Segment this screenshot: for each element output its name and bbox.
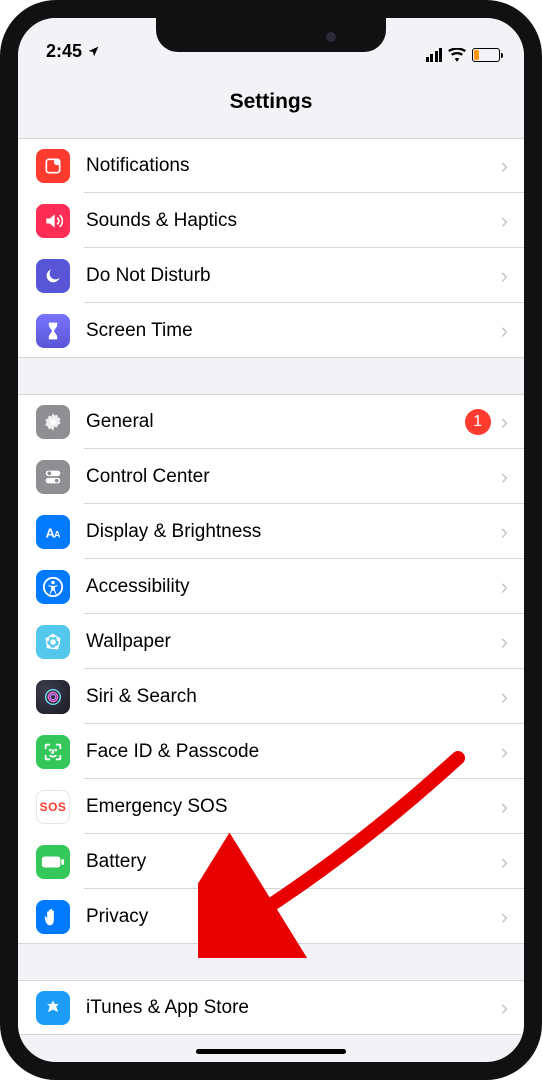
chevron-right-icon: › [501, 906, 508, 928]
appstore-icon [36, 991, 70, 1025]
row-sos[interactable]: SOS Emergency SOS › [18, 779, 524, 834]
battery-icon [36, 845, 70, 879]
siri-icon [36, 680, 70, 714]
notification-badge: 1 [465, 409, 491, 435]
chevron-right-icon: › [501, 265, 508, 287]
page-title: Settings [18, 66, 524, 130]
settings-list[interactable]: Notifications › Sounds & Haptics › Do No… [18, 138, 524, 1062]
row-label: Do Not Disturb [70, 265, 501, 287]
notifications-icon [36, 149, 70, 183]
row-privacy[interactable]: Privacy › [18, 889, 524, 944]
row-siri[interactable]: Siri & Search › [18, 669, 524, 724]
accessibility-icon [36, 570, 70, 604]
row-label: Battery [70, 851, 501, 873]
row-sounds[interactable]: Sounds & Haptics › [18, 193, 524, 248]
battery-status-icon [472, 48, 500, 62]
row-label: Display & Brightness [70, 521, 501, 543]
speaker-icon [36, 204, 70, 238]
row-label: Emergency SOS [70, 796, 501, 818]
row-label: Accessibility [70, 576, 501, 598]
chevron-right-icon: › [501, 796, 508, 818]
row-label: iTunes & App Store [70, 997, 501, 1019]
wifi-icon [448, 48, 466, 62]
settings-group: Notifications › Sounds & Haptics › Do No… [18, 138, 524, 358]
chevron-right-icon: › [501, 466, 508, 488]
settings-group: iTunes & App Store › [18, 980, 524, 1035]
phone-frame: 2:45 Settings Notifications › [0, 0, 542, 1080]
row-label: Control Center [70, 466, 501, 488]
row-label: Face ID & Passcode [70, 741, 501, 763]
row-wallpaper[interactable]: Wallpaper › [18, 614, 524, 669]
home-indicator[interactable] [196, 1049, 346, 1054]
chevron-right-icon: › [501, 741, 508, 763]
row-notifications[interactable]: Notifications › [18, 138, 524, 193]
row-label: Privacy [70, 906, 501, 928]
row-control-center[interactable]: Control Center › [18, 449, 524, 504]
notch [156, 18, 386, 52]
chevron-right-icon: › [501, 576, 508, 598]
chevron-right-icon: › [501, 997, 508, 1019]
row-dnd[interactable]: Do Not Disturb › [18, 248, 524, 303]
face-id-icon [36, 735, 70, 769]
row-label: Notifications [70, 155, 501, 177]
chevron-right-icon: › [501, 411, 508, 433]
row-general[interactable]: General 1 › [18, 394, 524, 449]
row-label: General [70, 411, 465, 433]
chevron-right-icon: › [501, 631, 508, 653]
row-accessibility[interactable]: Accessibility › [18, 559, 524, 614]
chevron-right-icon: › [501, 210, 508, 232]
row-display[interactable]: AA Display & Brightness › [18, 504, 524, 559]
chevron-right-icon: › [501, 851, 508, 873]
settings-group: General 1 › Control Center › AA Display … [18, 394, 524, 944]
chevron-right-icon: › [501, 521, 508, 543]
svg-text:A: A [54, 529, 61, 539]
hand-icon [36, 900, 70, 934]
chevron-right-icon: › [501, 155, 508, 177]
row-faceid[interactable]: Face ID & Passcode › [18, 724, 524, 779]
moon-icon [36, 259, 70, 293]
row-label: Screen Time [70, 320, 501, 342]
row-label: Sounds & Haptics [70, 210, 501, 232]
row-label: Siri & Search [70, 686, 501, 708]
toggles-icon [36, 460, 70, 494]
chevron-right-icon: › [501, 320, 508, 342]
row-label: Wallpaper [70, 631, 501, 653]
hourglass-icon [36, 314, 70, 348]
wallpaper-icon [36, 625, 70, 659]
row-battery[interactable]: Battery › [18, 834, 524, 889]
row-itunes[interactable]: iTunes & App Store › [18, 980, 524, 1035]
status-time: 2:45 [46, 41, 82, 62]
gear-icon [36, 405, 70, 439]
cellular-signal-icon [426, 48, 443, 62]
sos-icon: SOS [36, 790, 70, 824]
chevron-right-icon: › [501, 686, 508, 708]
row-screentime[interactable]: Screen Time › [18, 303, 524, 358]
location-arrow-icon [87, 45, 100, 58]
text-size-icon: AA [36, 515, 70, 549]
